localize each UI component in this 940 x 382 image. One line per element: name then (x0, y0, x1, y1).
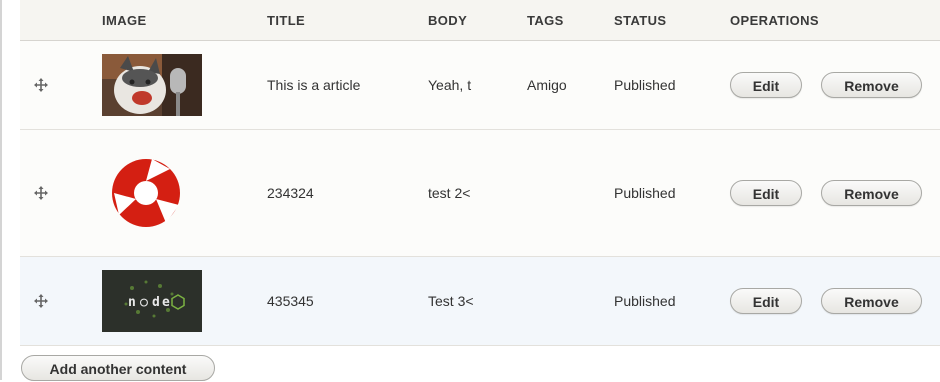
svg-text:d: d (152, 295, 160, 310)
row-status: Published (614, 293, 676, 309)
header-status: STATUS (614, 13, 667, 28)
header-image: IMAGE (102, 13, 147, 28)
svg-text:e: e (162, 295, 170, 310)
header-operations: OPERATIONS (730, 13, 819, 28)
table-row: This is a article Yeah, t Amigo Publishe… (20, 41, 940, 130)
table-row: n ○ d e 435345 Test 3< Published Edit Re… (20, 257, 940, 346)
header-tags: TAGS (527, 13, 564, 28)
row-status: Published (614, 77, 676, 93)
row-body: Test 3< (428, 293, 474, 309)
remove-button[interactable]: Remove (821, 288, 922, 314)
row-body: Yeah, t (428, 77, 472, 93)
table-header: IMAGE TITLE BODY TAGS STATUS OPERATIONS (20, 0, 940, 41)
red-tri-swirl-logo-icon (102, 153, 202, 233)
drag-handle-icon[interactable] (34, 78, 48, 92)
drag-handle-icon[interactable] (34, 294, 48, 308)
add-another-content-button[interactable]: Add another content (21, 355, 215, 381)
remove-button[interactable]: Remove (821, 72, 922, 98)
edit-button[interactable]: Edit (730, 72, 802, 98)
row-title: 435345 (267, 293, 314, 309)
table-row: 234324 test 2< Published Edit Remove (20, 130, 940, 257)
svg-text:○: ○ (140, 295, 148, 310)
row-title: 234324 (267, 185, 314, 201)
edit-button[interactable]: Edit (730, 180, 802, 206)
content-table-frame: IMAGE TITLE BODY TAGS STATUS OPERATIONS (0, 0, 940, 381)
row-title: This is a article (267, 77, 361, 93)
content-table: IMAGE TITLE BODY TAGS STATUS OPERATIONS (20, 0, 940, 346)
header-body: BODY (428, 13, 468, 28)
remove-button[interactable]: Remove (821, 180, 922, 206)
edit-button[interactable]: Edit (730, 288, 802, 314)
row-status: Published (614, 185, 676, 201)
drag-handle-icon[interactable] (34, 186, 48, 200)
header-title: TITLE (267, 13, 306, 28)
row-tags: Amigo (527, 77, 567, 93)
node-logo-icon: n ○ d e (102, 270, 202, 332)
husky-photo-icon (102, 54, 202, 116)
svg-text:n: n (128, 295, 136, 310)
row-body: test 2< (428, 185, 471, 201)
